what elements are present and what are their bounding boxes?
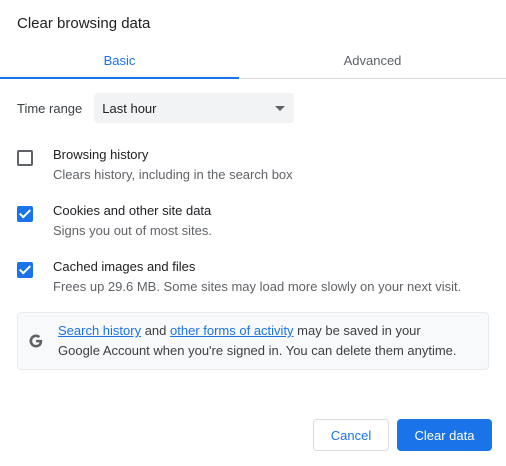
cancel-button[interactable]: Cancel xyxy=(313,419,389,451)
option-description: Signs you out of most sites. xyxy=(53,223,212,238)
search-history-link[interactable]: Search history xyxy=(58,323,141,338)
tab-basic[interactable]: Basic xyxy=(0,42,239,79)
time-range-label: Time range xyxy=(17,100,83,116)
option-title: Cookies and other site data xyxy=(53,203,212,218)
info-connector: and xyxy=(141,323,171,338)
option-description: Clears history, including in the search … xyxy=(53,167,293,182)
option-description: Frees up 29.6 MB. Some sites may load mo… xyxy=(53,279,462,294)
google-g-icon xyxy=(29,334,43,348)
time-range-value: Last hour xyxy=(102,100,157,116)
option-text: Browsing history Clears history, includi… xyxy=(53,147,293,183)
dialog-title: Clear browsing data xyxy=(17,15,151,32)
option-cached-images[interactable]: Cached images and files Frees up 29.6 MB… xyxy=(17,259,461,295)
option-text: Cached images and files Frees up 29.6 MB… xyxy=(53,259,461,295)
option-title: Browsing history xyxy=(53,147,149,162)
option-title: Cached images and files xyxy=(53,259,196,274)
cached-images-checkbox[interactable] xyxy=(17,262,33,278)
other-activity-link[interactable]: other forms of activity xyxy=(170,323,294,338)
info-line-2: Google Account when you're signed in. Yo… xyxy=(58,343,457,358)
dropdown-arrow-icon xyxy=(275,105,286,111)
tab-bar: Basic Advanced xyxy=(0,42,506,79)
google-account-info-box: Search history and other forms of activi… xyxy=(17,312,489,370)
clear-browsing-data-dialog: Clear browsing data Basic Advanced Time … xyxy=(0,0,506,466)
cookies-checkbox[interactable] xyxy=(17,206,33,222)
info-tail: may be saved in your xyxy=(293,323,421,338)
clear-data-button[interactable]: Clear data xyxy=(397,419,492,451)
option-browsing-history[interactable]: Browsing history Clears history, includi… xyxy=(17,147,293,183)
time-range-select[interactable]: Last hour xyxy=(94,93,295,123)
tab-advanced[interactable]: Advanced xyxy=(239,42,506,78)
info-line-1: Search history and other forms of activi… xyxy=(58,321,457,341)
info-text: Search history and other forms of activi… xyxy=(58,321,457,361)
browsing-history-checkbox[interactable] xyxy=(17,150,33,166)
option-text: Cookies and other site data Signs you ou… xyxy=(53,203,212,239)
time-range-row: Time range Last hour xyxy=(17,93,295,123)
option-cookies[interactable]: Cookies and other site data Signs you ou… xyxy=(17,203,212,239)
